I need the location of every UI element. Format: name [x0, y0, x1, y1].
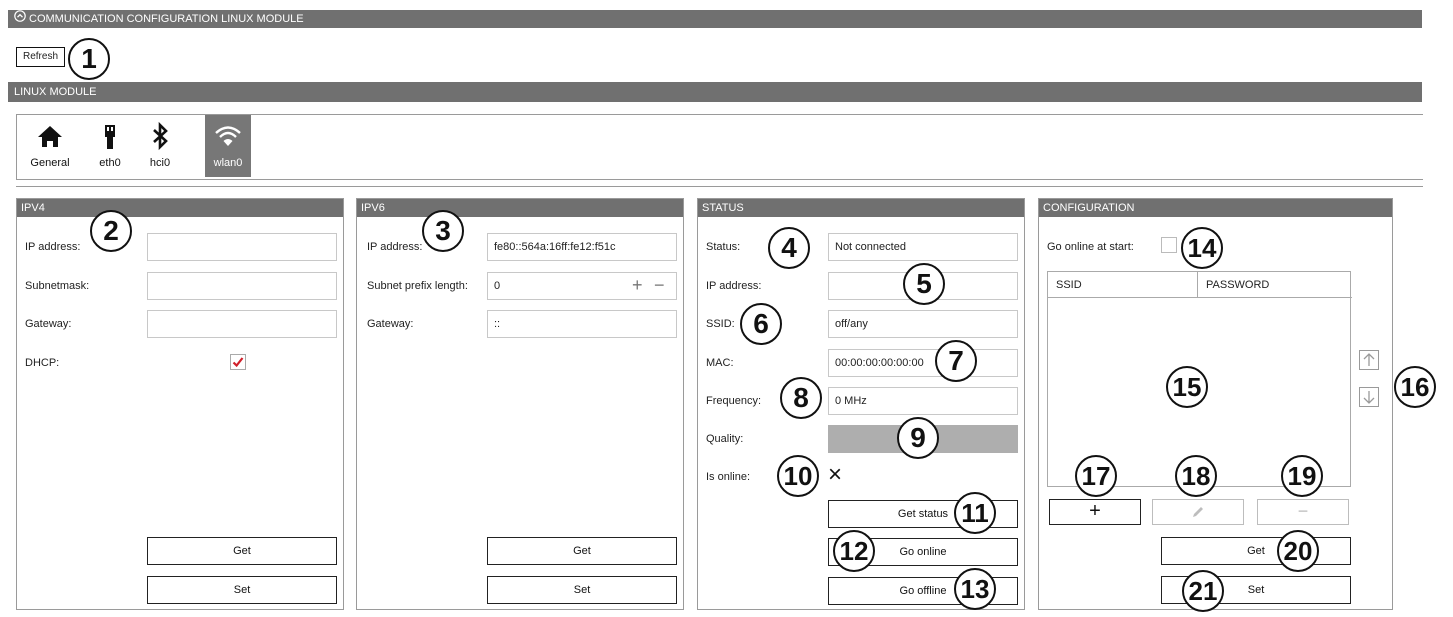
callout-1: 1	[68, 38, 110, 80]
subnetmask-label: Subnetmask:	[25, 280, 90, 292]
callout-2: 2	[90, 210, 132, 252]
ipv6-gateway-field[interactable]: ::	[487, 310, 677, 338]
section-title: COMMUNICATION CONFIGURATION LINUX MODULE	[29, 13, 304, 25]
callout-5: 5	[903, 263, 945, 305]
ip-address-label: IP address:	[706, 280, 762, 292]
move-down-button[interactable]	[1359, 387, 1379, 407]
pencil-icon	[1193, 507, 1203, 517]
plus-icon: +	[1089, 500, 1101, 522]
wifi-icon	[205, 121, 251, 157]
go-online-at-start-checkbox[interactable]	[1161, 237, 1177, 253]
config-get-button[interactable]: Get	[1161, 537, 1351, 565]
callout-4: 4	[768, 227, 810, 269]
ssid-field: off/any	[828, 310, 1018, 338]
callout-9: 9	[897, 417, 939, 459]
plus-icon[interactable]: +	[632, 273, 643, 297]
callout-19: 19	[1281, 455, 1323, 497]
ipv4-ip-field[interactable]	[147, 233, 337, 261]
check-icon	[232, 357, 244, 368]
tab-wlan0[interactable]: wlan0	[205, 115, 251, 177]
callout-17: 17	[1075, 455, 1117, 497]
arrow-up-icon	[1363, 353, 1375, 366]
frequency-field: 0 MHz	[828, 387, 1018, 415]
ipv4-get-button[interactable]: Get	[147, 537, 337, 565]
ipv4-subnet-field[interactable]	[147, 272, 337, 300]
tab-label: eth0	[99, 157, 121, 169]
status-field: Not connected	[828, 233, 1018, 261]
callout-6: 6	[740, 303, 782, 345]
gateway-label: Gateway:	[25, 318, 72, 330]
prefix-value: 0	[494, 280, 501, 292]
ssid-label: SSID:	[706, 318, 735, 330]
dhcp-checkbox[interactable]	[230, 354, 246, 370]
panel-title: CONFIGURATION	[1039, 199, 1392, 217]
tab-label: hci0	[149, 157, 171, 169]
ip-address-label: IP address:	[367, 241, 423, 253]
arrow-down-icon	[1363, 391, 1375, 404]
minus-icon[interactable]: −	[654, 273, 665, 297]
is-online-label: Is online:	[706, 471, 751, 483]
status-label: Status:	[706, 241, 741, 253]
remove-network-button[interactable]: −	[1257, 499, 1349, 525]
subnet-prefix-label: Subnet prefix length:	[367, 280, 468, 292]
callout-20: 20	[1277, 530, 1319, 572]
gateway-label: Gateway:	[367, 318, 414, 330]
section-header[interactable]: COMMUNICATION CONFIGURATION LINUX MODULE	[8, 10, 1422, 28]
tab-label: General	[30, 157, 70, 169]
tab-hci0[interactable]: hci0	[137, 115, 183, 177]
tab-general[interactable]: General	[27, 115, 73, 177]
callout-8: 8	[780, 377, 822, 419]
callout-18: 18	[1175, 455, 1217, 497]
edit-network-button[interactable]	[1152, 499, 1244, 525]
frequency-label: Frequency:	[706, 395, 762, 407]
ip-address-label: IP address:	[25, 241, 81, 253]
tab-label: wlan0	[213, 157, 243, 169]
callout-14: 14	[1181, 227, 1223, 269]
ipv4-set-button[interactable]: Set	[147, 576, 337, 604]
add-network-button[interactable]: +	[1049, 499, 1141, 525]
divider	[16, 186, 1423, 187]
refresh-label: Refresh	[22, 51, 58, 62]
home-icon	[27, 121, 73, 157]
ipv6-get-button[interactable]: Get	[487, 537, 677, 565]
mac-field: 00:00:00:00:00:00	[828, 349, 1018, 377]
password-column-header[interactable]: PASSWORD	[1198, 272, 1352, 298]
dhcp-label: DHCP:	[25, 357, 60, 369]
ipv6-prefix-stepper[interactable]: 0 + −	[487, 272, 677, 300]
panel-title: IPV6	[357, 199, 683, 217]
callout-10: 10	[777, 455, 819, 497]
callout-13: 13	[954, 568, 996, 610]
callout-21: 21	[1182, 570, 1224, 612]
callout-15: 15	[1166, 366, 1208, 408]
ssid-column-header[interactable]: SSID	[1048, 272, 1198, 298]
ipv6-ip-field[interactable]: fe80::564a:16ff:fe12:f51c	[487, 233, 677, 261]
ipv4-panel: IPV4 IP address: Subnetmask: Gateway: DH…	[16, 198, 344, 610]
module-tabs-area: General eth0 hci0 wlan0	[16, 114, 1423, 180]
callout-11: 11	[954, 492, 996, 534]
callout-12: 12	[833, 530, 875, 572]
quality-label: Quality:	[706, 433, 744, 445]
ethernet-plug-icon	[87, 121, 133, 157]
bluetooth-icon	[137, 121, 183, 157]
module-title: LINUX MODULE	[14, 86, 97, 98]
collapse-icon[interactable]	[14, 10, 26, 28]
refresh-button[interactable]: Refresh	[16, 47, 65, 67]
minus-icon: −	[1297, 501, 1309, 521]
module-header: LINUX MODULE	[8, 82, 1422, 102]
mac-label: MAC:	[706, 357, 734, 369]
panel-title: IPV4	[17, 199, 343, 217]
callout-16: 16	[1394, 366, 1436, 408]
ipv4-gateway-field[interactable]	[147, 310, 337, 338]
ipv6-panel: IPV6 IP address: fe80::564a:16ff:fe12:f5…	[356, 198, 684, 610]
ipv6-set-button[interactable]: Set	[487, 576, 677, 604]
panel-title: STATUS	[698, 199, 1024, 217]
go-online-at-start-label: Go online at start:	[1047, 241, 1134, 253]
callout-3: 3	[422, 210, 464, 252]
offline-x-icon: ×	[828, 461, 843, 488]
move-up-button[interactable]	[1359, 350, 1379, 370]
tab-eth0[interactable]: eth0	[87, 115, 133, 177]
callout-7: 7	[935, 340, 977, 382]
